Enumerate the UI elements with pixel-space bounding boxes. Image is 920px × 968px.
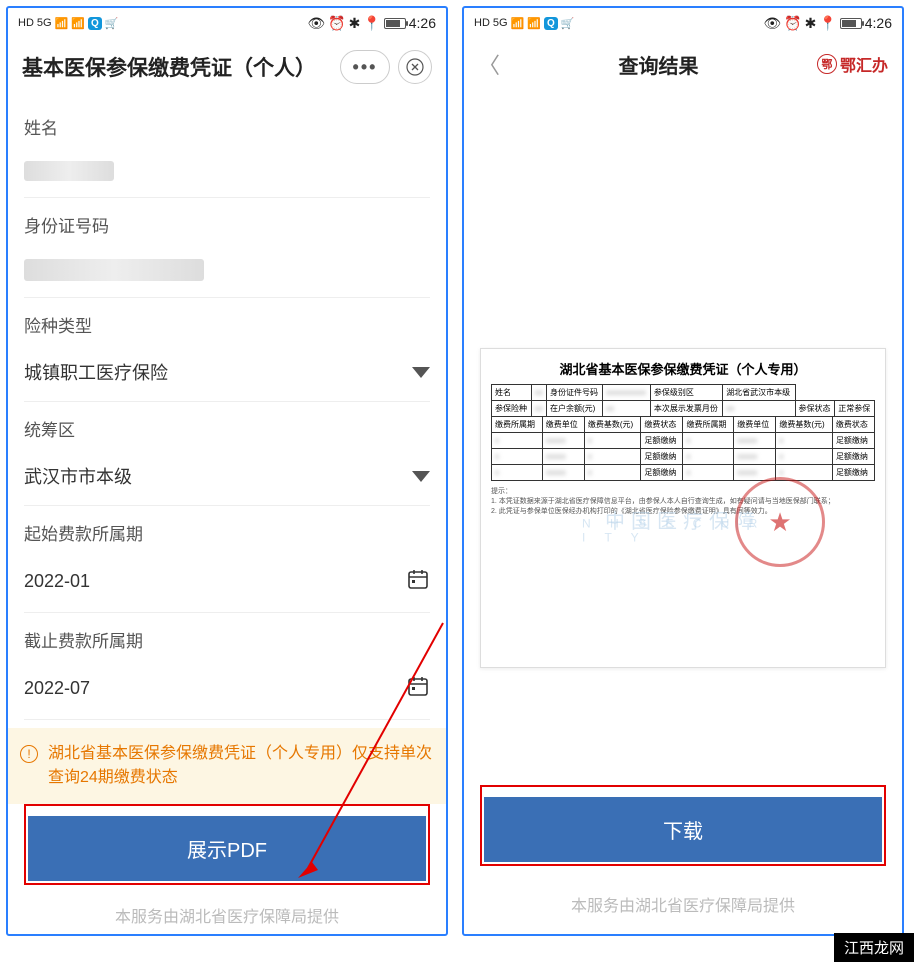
status-time: 4:26: [865, 15, 892, 31]
info-icon: !: [20, 745, 38, 763]
page-header: 基本医保参保缴费凭证（个人） •••: [8, 38, 446, 96]
page-title: 查询结果: [619, 50, 699, 79]
page-header: 〈 查询结果 鄂鄂汇办: [464, 38, 902, 88]
type-select[interactable]: 城镇职工医疗保险: [24, 349, 430, 402]
close-button[interactable]: [398, 50, 432, 84]
highlight-box: 展示PDF: [24, 804, 430, 885]
notice-banner: ! 湖北省基本医保参保缴费凭证（个人专用）仅支持单次查询24期缴费状态: [8, 728, 446, 804]
end-date-picker[interactable]: 2022-07: [24, 664, 430, 720]
id-label: 身份证号码: [24, 212, 430, 237]
calendar-icon: [406, 567, 430, 596]
chevron-down-icon: [412, 471, 430, 482]
show-pdf-button[interactable]: 展示PDF: [28, 816, 426, 881]
site-watermark: 江西龙网: [834, 933, 914, 962]
name-label: 姓名: [24, 114, 430, 139]
brand-logo: 鄂鄂汇办: [817, 52, 888, 76]
phone-left: HD5G📶📶 Q🛒 👁⏰✱📍 4:26 基本医保参保缴费凭证（个人） ••• 姓…: [6, 6, 448, 936]
status-bar: HD5G📶📶 Q🛒 👁⏰✱📍 4:26: [8, 8, 446, 38]
calendar-icon: [406, 674, 430, 703]
region-label: 统筹区: [24, 416, 430, 441]
stamp-icon: [735, 477, 825, 567]
footer-note: 本服务由湖北省医疗保障局提供: [24, 885, 430, 934]
page-title: 基本医保参保缴费凭证（个人）: [22, 52, 316, 82]
start-date-picker[interactable]: 2022-01: [24, 557, 430, 613]
chevron-down-icon: [412, 367, 430, 378]
phone-right: HD5G📶📶 Q🛒 👁⏰✱📍 4:26 〈 查询结果 鄂鄂汇办 湖北省基本医保参…: [462, 6, 904, 936]
status-bar: HD5G📶📶 Q🛒 👁⏰✱📍 4:26: [464, 8, 902, 38]
status-time: 4:26: [409, 15, 436, 31]
name-field: [24, 151, 430, 198]
end-label: 截止费款所属期: [24, 627, 430, 652]
highlight-box: 下载: [480, 785, 886, 866]
region-select[interactable]: 武汉市市本级: [24, 453, 430, 506]
menu-button[interactable]: •••: [340, 50, 390, 84]
footer-note: 本服务由湖北省医疗保障局提供: [480, 874, 886, 934]
start-label: 起始费款所属期: [24, 520, 430, 545]
pdf-preview: 湖北省基本医保参保缴费凭证（个人专用） 姓名xx 身份证件号码xxxxxxxxx…: [480, 348, 886, 668]
id-field: [24, 249, 430, 298]
download-button[interactable]: 下载: [484, 797, 882, 862]
back-button[interactable]: 〈: [478, 48, 500, 80]
type-label: 险种类型: [24, 312, 430, 337]
